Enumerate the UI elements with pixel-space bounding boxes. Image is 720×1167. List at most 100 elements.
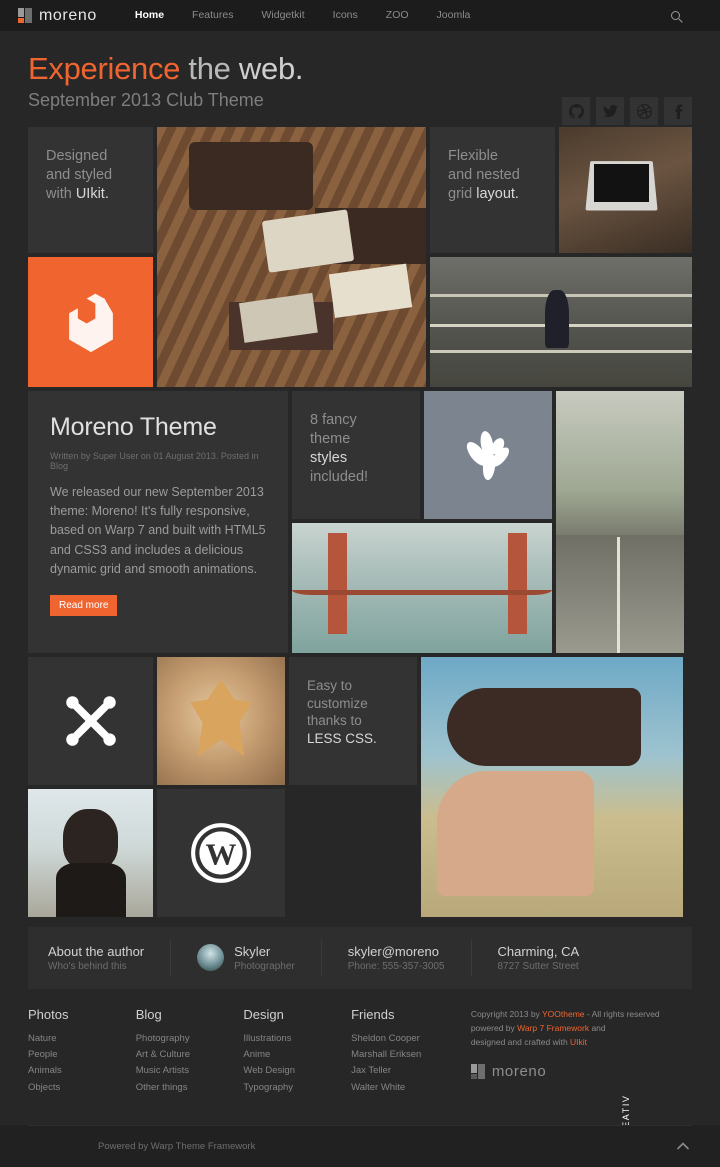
dribbble-icon[interactable] [630,97,658,125]
footer-column-blog: Blog Photography Art & Culture Music Art… [136,1007,244,1096]
nav-item-joomla[interactable]: Joomla [423,0,485,31]
bottom-bar-divider [28,1125,692,1126]
copyright-text: - All rights reserved [584,1008,660,1019]
nav-item-features[interactable]: Features [178,0,247,31]
author-name: Skyler [234,943,271,959]
tile-photo-meeting[interactable] [157,126,426,387]
tile-text-line: and nested [448,166,520,183]
read-more-button[interactable]: Read more [50,595,118,617]
tile-yootheme-logo[interactable] [424,390,552,519]
headline-mid: the [180,51,239,86]
tile-photo-road-man[interactable] [430,256,692,387]
footer-link[interactable]: Animals [28,1063,136,1079]
powered-by-text: Powered by Warp Theme Framework [98,1140,256,1152]
wordpress-icon: W [191,822,251,883]
footer-column-photos: Photos Nature People Animals Objects [28,1007,136,1096]
nav-item-home[interactable]: Home [121,0,178,31]
author-about-cell: About the author Who's behind this [48,939,172,976]
tile-theme-styles[interactable]: 8 fancy theme styles included! [292,390,420,519]
footer-column-title: Photos [28,1006,69,1022]
grid-row-1: Designed and styled with UIkit. Flexible an… [28,126,692,387]
footer-logo[interactable]: moreno [470,1063,692,1080]
avatar [197,944,225,972]
tile-photo-bridge[interactable] [292,522,552,653]
tile-text-line: Designed [46,147,108,164]
footer-link[interactable]: Objects [28,1080,136,1096]
footer-link[interactable]: Web Design [243,1063,351,1079]
site-logo[interactable]: moreno [18,7,97,25]
copyright-text: powered by [470,1022,518,1033]
tile-text-line: included! [310,469,369,486]
headline-end: web. [238,51,304,86]
tile-text-line: with [46,186,76,203]
footer-link[interactable]: Sheldon Cooper [351,1031,459,1047]
tile-easy-customize[interactable]: Easy to customize thanks to LESS CSS. [289,656,417,785]
top-navigation-bar: moreno Home Features Widgetkit Icons ZOO… [0,0,720,31]
tile-text-line: and styled [46,166,113,183]
tile-designed-with-uikit[interactable]: Designed and styled with UIkit. [28,126,153,253]
nav-item-zoo[interactable]: ZOO [372,0,423,31]
photo-meeting [157,126,426,387]
author-about-subheading: Who's behind this [48,960,127,972]
tile-text-strong: layout. [476,186,519,203]
footer-link[interactable]: Marshall Eriksen [351,1047,459,1063]
footer-link[interactable]: Walter White [351,1080,459,1096]
nav-item-widgetkit[interactable]: Widgetkit [247,0,318,31]
tile-photo-autumn-leaf[interactable] [157,656,285,785]
footer-link[interactable]: Jax Teller [351,1063,459,1079]
copyright-line-3: designed and crafted with UIkit [471,1035,692,1049]
tile-text-line: Flexible [448,147,498,164]
facebook-icon[interactable] [664,97,692,125]
footer-column-design: Design Illustrations Anime Web Design Ty… [243,1007,351,1096]
tile-wordpress-logo[interactable]: W [157,788,285,917]
twitter-icon[interactable] [596,97,624,125]
footer-link[interactable]: Photography [136,1031,244,1047]
tile-joomla-logo[interactable] [28,656,153,785]
footer-link[interactable]: Music Artists [136,1063,244,1079]
yootheme-leaf-icon [466,430,510,480]
tile-text-strong: LESS CSS. [307,731,377,747]
copyright-text: Copyright 2013 by [470,1008,543,1019]
author-email[interactable]: skyler@moreno [348,944,445,959]
author-role: Photographer [234,960,295,972]
footer-link[interactable]: Other things [136,1080,244,1096]
scroll-to-top-button[interactable] [674,1137,692,1155]
search-button[interactable] [671,0,680,31]
main-menu: Home Features Widgetkit Icons ZOO Joomla [121,0,485,31]
uikit-link[interactable]: UIkit [570,1037,587,1047]
content-grid: Designed and styled with UIkit. Flexible an… [0,126,720,917]
tile-photo-laptop[interactable] [559,126,692,253]
tile-text-line: grid [448,186,477,203]
yootheme-link[interactable]: YOOtheme [542,1009,585,1019]
copyright-line-1: Copyright 2013 by YOOtheme - All rights … [471,1007,692,1021]
tile-uikit-logo[interactable] [28,256,153,387]
search-icon [671,11,680,20]
tile-text-strong: UIkit. [75,186,109,203]
headline-accent: Experience [28,51,181,86]
copyright-line-2: powered by Warp 7 Framework and [471,1021,692,1035]
github-icon[interactable] [562,97,590,125]
copyright-text: and [589,1022,606,1033]
article-title[interactable]: Moreno Theme [50,413,266,442]
warp-link[interactable]: Warp 7 Framework [517,1023,589,1033]
tile-photo-highway[interactable] [556,390,684,653]
footer-link[interactable]: Illustrations [243,1031,351,1047]
footer-link[interactable]: Nature [28,1031,136,1047]
uikit-icon [68,293,113,352]
svg-text:W: W [206,836,237,871]
article-meta: Written by Super User on 01 August 2013.… [50,450,259,471]
chevron-up-icon [677,1142,689,1150]
footer-link[interactable]: People [28,1047,136,1063]
footer-link[interactable]: Typography [243,1080,351,1096]
author-about-heading: About the author [48,943,145,959]
nav-item-icons[interactable]: Icons [319,0,372,31]
footer-link[interactable]: Art & Culture [136,1047,244,1063]
photo-highway [556,390,684,653]
photo-girl-portrait [28,788,153,917]
tile-photo-hands-frame[interactable] [421,656,683,917]
article-card: Moreno Theme Written by Super User on 01… [28,390,288,653]
footer-link[interactable]: Anime [243,1047,351,1063]
tile-flexible-grid[interactable]: Flexible and nested grid layout. [430,126,555,253]
photo-hands-framing [421,656,683,917]
tile-photo-girl[interactable] [28,788,153,917]
